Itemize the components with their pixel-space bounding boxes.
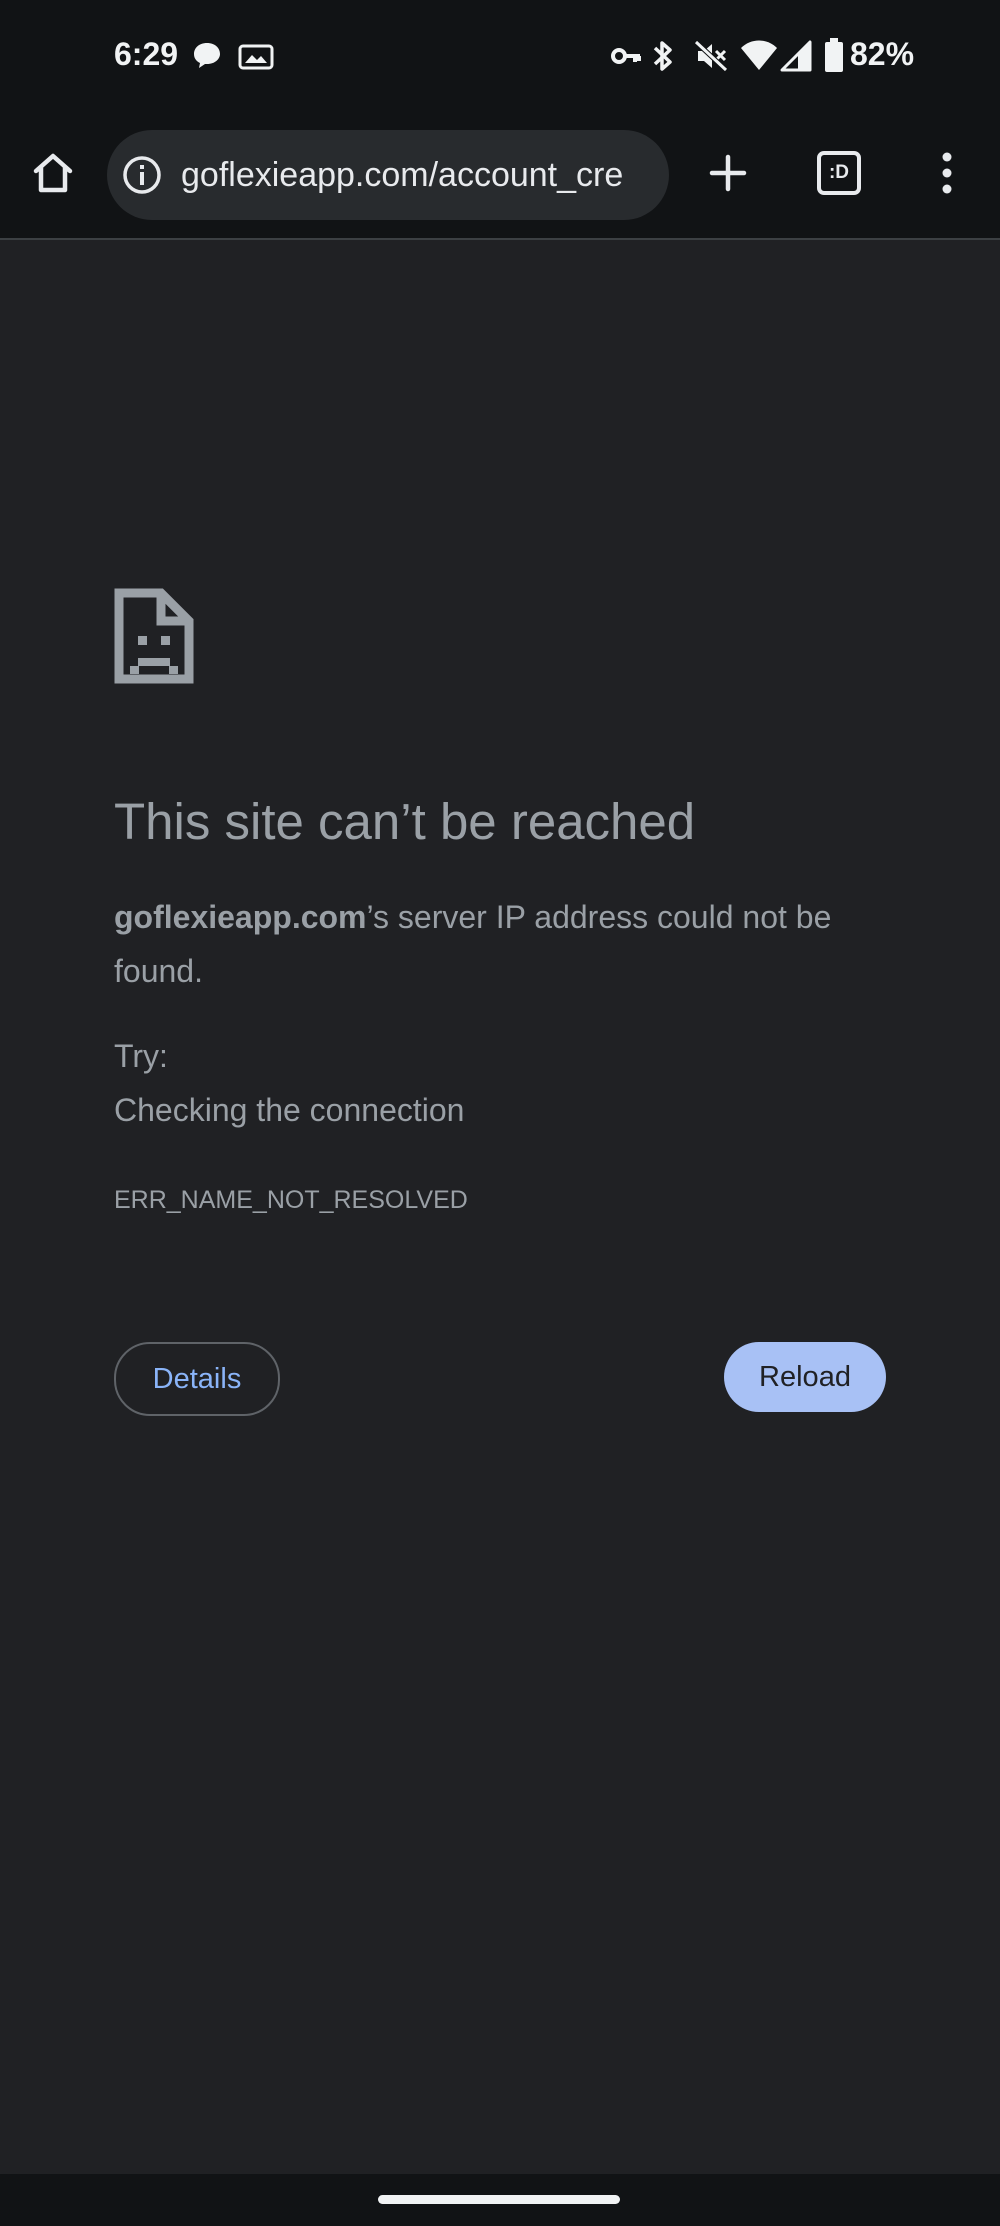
chat-icon xyxy=(192,40,222,75)
plus-icon xyxy=(709,154,747,192)
overflow-menu-icon xyxy=(942,152,952,194)
battery-percent: 82% xyxy=(850,36,915,72)
error-code: ERR_NAME_NOT_RESOLVED xyxy=(114,1186,468,1214)
mute-icon xyxy=(694,40,728,77)
site-info-button[interactable] xyxy=(121,154,163,196)
vpn-key-icon xyxy=(610,44,642,73)
home-gesture-handle[interactable] xyxy=(378,2195,620,2204)
cell-signal-icon xyxy=(780,40,812,77)
browser-toolbar: goflexieapp.com/account_cre :D xyxy=(0,118,1000,240)
suggestion-item: Checking the connection xyxy=(114,1092,465,1128)
error-description: goflexieapp.com’s server IP address coul… xyxy=(114,890,894,998)
photo-icon xyxy=(238,44,274,75)
error-domain: goflexieapp.com xyxy=(114,899,367,935)
sad-document-icon xyxy=(114,588,194,689)
status-time: 6:29 xyxy=(114,36,179,72)
tab-switcher-icon: :D xyxy=(817,151,861,195)
navigation-bar xyxy=(0,2174,1000,2226)
tab-switcher-button[interactable]: :D xyxy=(806,140,872,206)
error-title: This site can’t be reached xyxy=(114,793,696,850)
new-tab-button[interactable] xyxy=(695,140,761,206)
battery-icon xyxy=(824,38,844,77)
overflow-menu-button[interactable] xyxy=(924,140,970,206)
details-button[interactable]: Details xyxy=(114,1342,280,1416)
wifi-icon xyxy=(740,38,778,77)
bluetooth-icon xyxy=(651,38,675,79)
home-button[interactable] xyxy=(20,140,86,206)
home-icon xyxy=(33,153,73,193)
url-text: goflexieapp.com/account_cre xyxy=(181,155,624,194)
tab-switcher-label: :D xyxy=(828,162,850,183)
try-label: Try: xyxy=(114,1038,168,1074)
url-bar[interactable]: goflexieapp.com/account_cre xyxy=(107,130,669,220)
info-icon xyxy=(123,156,161,194)
status-bar: 6:29 82% xyxy=(0,0,1000,118)
reload-button[interactable]: Reload xyxy=(724,1342,886,1412)
